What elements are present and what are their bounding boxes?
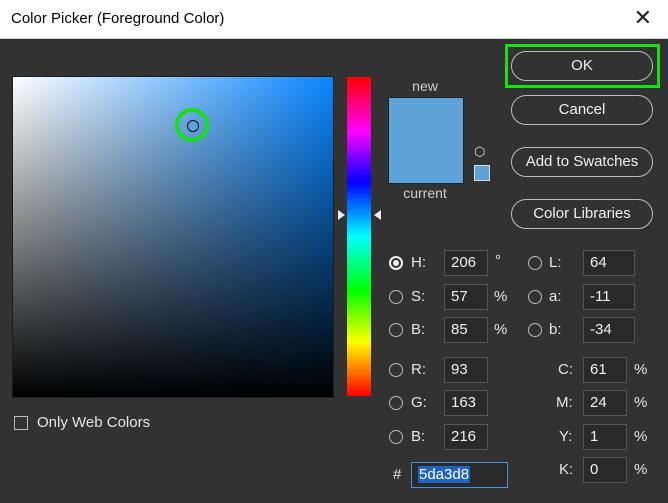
hex-input[interactable]: 5da3d8	[411, 462, 508, 488]
saturation-brightness-field[interactable]	[12, 76, 334, 398]
only-web-colors-label: Only Web Colors	[37, 414, 151, 431]
add-to-swatches-button[interactable]: Add to Swatches	[511, 147, 653, 177]
new-color-label: new	[412, 78, 438, 94]
hue-unit: °	[495, 252, 501, 269]
color-libraries-button[interactable]: Color Libraries	[511, 199, 653, 229]
hue-slider-right-handle-icon[interactable]	[374, 210, 381, 220]
blue-label: B:	[411, 428, 426, 445]
current-color-swatch[interactable]	[388, 140, 464, 184]
ok-button[interactable]: OK	[511, 51, 653, 81]
lab-l-label: L:	[549, 254, 562, 271]
hue-slider[interactable]	[347, 77, 371, 396]
title-bar: Color Picker (Foreground Color) ✕	[0, 0, 668, 39]
lab-a-radio[interactable]	[528, 290, 542, 304]
lab-b-input[interactable]: -34	[583, 317, 635, 343]
out-of-gamut-cube-icon[interactable]: ⬡	[474, 144, 485, 160]
saturation-radio[interactable]	[389, 290, 403, 304]
lab-a-label: a:	[549, 288, 562, 305]
cancel-button[interactable]: Cancel	[511, 95, 653, 125]
only-web-colors-checkbox[interactable]	[14, 416, 28, 430]
web-safe-color-swatch[interactable]	[474, 165, 490, 181]
hue-slider-left-handle-icon[interactable]	[338, 210, 345, 220]
yellow-unit: %	[634, 428, 648, 445]
lab-b-label: b:	[549, 321, 562, 338]
hue-input[interactable]: 206	[444, 250, 488, 276]
new-color-swatch	[388, 97, 464, 141]
color-field-marker[interactable]	[175, 108, 209, 142]
green-label: G:	[411, 394, 427, 411]
blue-input[interactable]: 216	[444, 424, 488, 450]
hue-label: H:	[411, 254, 426, 271]
close-icon[interactable]: ✕	[634, 6, 652, 30]
brightness-input[interactable]: 85	[444, 317, 488, 343]
saturation-input[interactable]: 57	[444, 284, 488, 310]
hex-value-selected: 5da3d8	[418, 466, 471, 483]
brightness-radio[interactable]	[389, 323, 403, 337]
red-radio[interactable]	[389, 363, 403, 377]
magenta-input[interactable]: 24	[583, 390, 627, 416]
red-input[interactable]: 93	[444, 357, 488, 383]
yellow-label: Y:	[559, 428, 573, 445]
window-title: Color Picker (Foreground Color)	[11, 10, 225, 27]
lab-b-radio[interactable]	[528, 323, 542, 337]
saturation-label: S:	[411, 288, 426, 305]
hex-label: #	[393, 466, 402, 483]
cyan-unit: %	[634, 361, 648, 378]
green-radio[interactable]	[389, 396, 403, 410]
cyan-input[interactable]: 61	[583, 357, 627, 383]
blue-radio[interactable]	[389, 430, 403, 444]
marker-center	[187, 120, 199, 132]
lab-a-input[interactable]: -11	[583, 284, 635, 310]
cyan-label: C:	[558, 361, 573, 378]
hue-radio[interactable]	[389, 256, 403, 270]
black-unit: %	[634, 461, 648, 478]
red-label: R:	[411, 361, 426, 378]
lab-l-input[interactable]: 64	[583, 250, 635, 276]
yellow-input[interactable]: 1	[583, 424, 627, 450]
brightness-unit: %	[494, 321, 508, 338]
black-label: K:	[559, 461, 574, 478]
magenta-unit: %	[634, 394, 648, 411]
lab-l-radio[interactable]	[528, 256, 542, 270]
magenta-label: M:	[556, 394, 573, 411]
saturation-unit: %	[494, 288, 508, 305]
green-input[interactable]: 163	[444, 390, 488, 416]
brightness-label: B:	[411, 321, 426, 338]
current-color-label: current	[403, 185, 447, 201]
black-input[interactable]: 0	[583, 457, 627, 483]
